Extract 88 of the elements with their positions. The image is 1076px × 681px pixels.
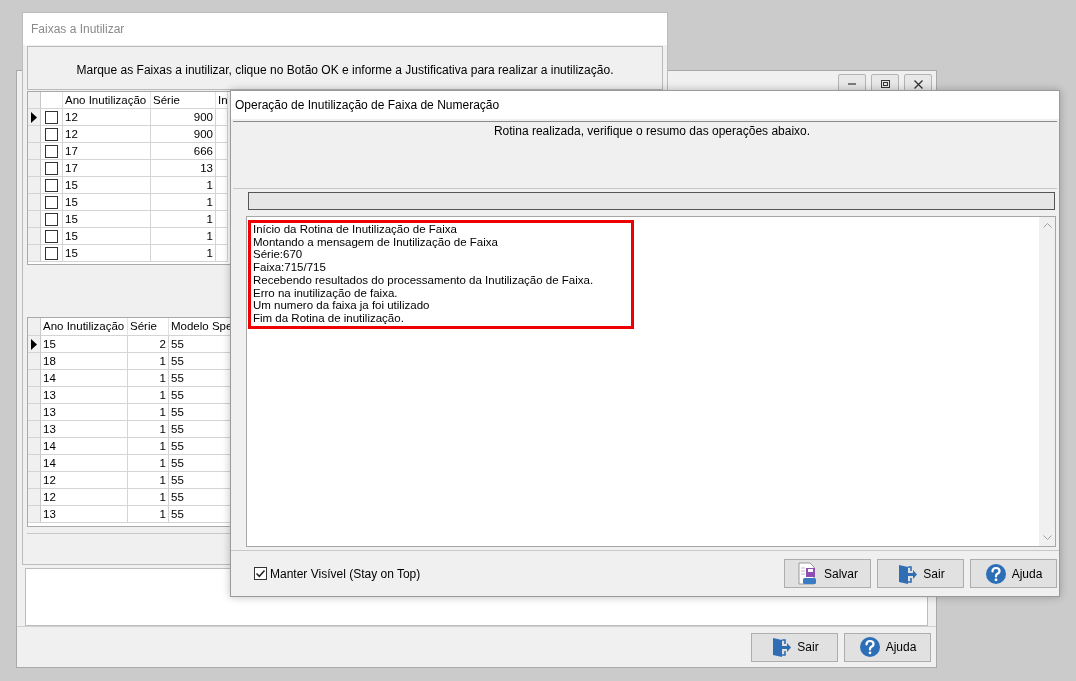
checkbox[interactable] (254, 567, 267, 580)
table-cell: 900 (151, 109, 216, 126)
table-cell: 1 (128, 455, 169, 472)
maximize-icon (880, 80, 890, 88)
table-cell: 1 (128, 370, 169, 387)
checkbox[interactable] (45, 229, 58, 243)
data-grid[interactable]: Ano Inutilização Série In 12 900 12 900 17 666 17 13 15 1 15 1 15 1 15 1 15 1 (27, 91, 232, 265)
log-line: Faixa:715/715 (253, 261, 327, 274)
scroll-up-icon (1042, 223, 1052, 228)
table-cell: 15 (63, 177, 151, 194)
window-title: Operação de Inutilização de Faixa de Numeração (231, 91, 1059, 119)
table-cell: 12 (41, 489, 128, 506)
log-line: Um numero da faixa ja foi utilizado (253, 299, 431, 312)
close-icon (913, 79, 923, 89)
table-cell: 900 (151, 126, 216, 143)
status-message: Rotina realizada, verifique o resumo das operações abaixo. (492, 123, 811, 140)
save-log-icon (797, 561, 819, 586)
table-cell: 1 (128, 438, 169, 455)
table-cell: 1 (128, 472, 169, 489)
checkbox[interactable] (45, 178, 58, 192)
table-cell: 1 (128, 489, 169, 506)
table-cell: 1 (128, 404, 169, 421)
table-cell: 1 (151, 211, 216, 228)
scroll-down-icon (1042, 535, 1052, 540)
table-cell: 14 (41, 455, 128, 472)
help-icon (984, 562, 1007, 585)
help-icon (858, 636, 881, 658)
log-line: Erro na inutilização de faixa. (253, 286, 399, 300)
corner-cell (28, 318, 41, 336)
table-cell: 14 (41, 438, 128, 455)
help-button[interactable]: Ajuda (844, 632, 931, 662)
minimize-icon (848, 83, 856, 85)
log-line: Início da Rotina de Inutilização de Faixa (253, 223, 458, 236)
table-cell: 1 (151, 245, 216, 262)
save-button[interactable]: Salvar (784, 559, 871, 588)
instruction-text: Marque as Faixas a inutilizar, clique no Botão OK e informe a Justificativa para realizar a inutilização. (76, 62, 614, 77)
exit-door-icon (770, 636, 793, 658)
window-title: Faixas a Inutilizar (23, 13, 667, 45)
checkbox[interactable] (45, 246, 58, 260)
column-header[interactable]: In (216, 92, 228, 109)
exit-button[interactable]: Sair (751, 632, 838, 662)
checkbox[interactable] (45, 127, 58, 141)
checkbox[interactable] (45, 161, 58, 175)
checkbox-label[interactable]: Manter Visível (Stay on Top) (270, 566, 421, 581)
table-cell: 1 (151, 177, 216, 194)
checkbox[interactable] (45, 195, 58, 209)
scrollbar[interactable] (1039, 217, 1055, 546)
table-cell: 15 (63, 194, 151, 211)
table-cell: 15 (63, 211, 151, 228)
table-cell: 12 (63, 126, 151, 143)
log-line: Montando a mensagem de Inutilização de Faixa (253, 235, 499, 249)
table-cell: 17 (63, 143, 151, 160)
table-cell: 1 (128, 421, 169, 438)
column-header[interactable]: Série (128, 318, 169, 336)
table-cell: 1 (151, 194, 216, 211)
table-cell: 13 (41, 387, 128, 404)
table-cell: 1 (128, 506, 169, 523)
table-cell: 12 (63, 109, 151, 126)
checkbox[interactable] (45, 144, 58, 158)
log-line: Recebendo resultados do processamento da Inutilização de Faixa. (253, 273, 595, 287)
table-cell: 13 (151, 160, 216, 177)
log-line: Série:670 (253, 248, 304, 262)
table-cell: 1 (151, 228, 216, 245)
log-line: Fim da Rotina de inutilização. (253, 311, 405, 325)
exit-button[interactable]: Sair (877, 559, 964, 588)
table-cell: 1 (128, 353, 169, 370)
exit-door-icon (896, 562, 919, 585)
table-cell: 18 (41, 353, 128, 370)
checkbox[interactable] (45, 212, 58, 226)
column-header[interactable]: Série (151, 92, 216, 109)
column-header[interactable]: Ano Inutilização (41, 318, 128, 336)
table-cell: 2 (128, 336, 169, 353)
table-cell: 15 (41, 336, 128, 353)
table-cell: 15 (63, 245, 151, 262)
table-cell: 12 (41, 472, 128, 489)
table-cell: 15 (63, 228, 151, 245)
column-header[interactable]: Ano Inutilização (63, 92, 151, 109)
table-cell: 13 (41, 506, 128, 523)
table-cell: 17 (63, 160, 151, 177)
checkbox[interactable] (45, 110, 58, 124)
table-cell: 14 (41, 370, 128, 387)
table-cell: 1 (128, 387, 169, 404)
table-cell: 13 (41, 421, 128, 438)
corner-cell (28, 92, 41, 109)
help-button[interactable]: Ajuda (970, 559, 1057, 588)
table-cell: 13 (41, 404, 128, 421)
table-cell: 666 (151, 143, 216, 160)
column-header (41, 92, 63, 109)
